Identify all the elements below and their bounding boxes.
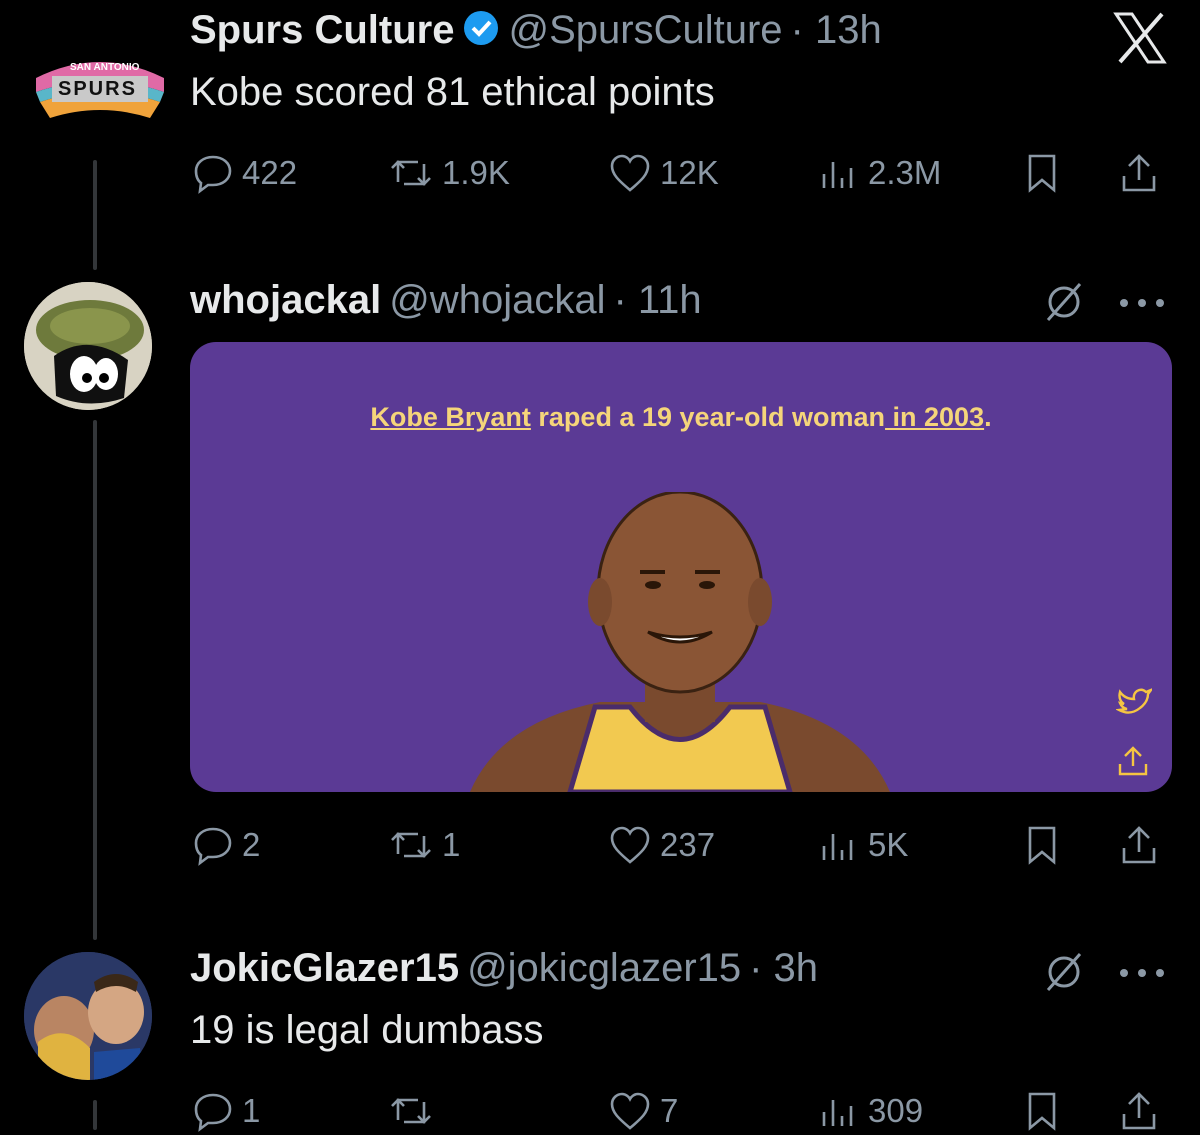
bookmark-icon: [1028, 1092, 1056, 1131]
logo-main-text: SPURS: [58, 78, 137, 100]
verified-badge-icon: [462, 9, 500, 52]
tweet-media[interactable]: Kobe Bryant raped a 19 year-old woman in…: [190, 342, 1172, 792]
thread-line: [93, 420, 97, 940]
tweet-header: JokicGlazer15 @jokicglazer15 · 3h: [190, 946, 818, 991]
handle[interactable]: @whojackal: [389, 278, 605, 323]
like-button[interactable]: 12K: [608, 152, 719, 194]
tweet-text: 19 is legal dumbass: [190, 1008, 544, 1052]
share-icon: [1122, 154, 1156, 192]
avatar[interactable]: [24, 282, 152, 410]
avatar[interactable]: [24, 952, 152, 1080]
reply-count: 2: [242, 826, 261, 863]
logo-top-text: SAN ANTONIO: [70, 62, 140, 73]
timestamp[interactable]: · 13h: [791, 8, 882, 53]
handle[interactable]: @SpursCulture: [508, 8, 782, 53]
views-count: 5K: [868, 826, 909, 863]
tweet-text: Kobe scored 81 ethical points: [190, 70, 715, 114]
tweet-header: Spurs Culture @SpursCulture · 13h: [190, 8, 882, 53]
like-button[interactable]: 7: [608, 1090, 678, 1132]
like-count: 7: [660, 1092, 679, 1129]
handle[interactable]: @jokicglazer15: [467, 946, 741, 991]
media-caption: Kobe Bryant raped a 19 year-old woman in…: [190, 402, 1172, 433]
views-icon: [822, 834, 853, 860]
share-button[interactable]: [1118, 824, 1160, 866]
like-icon: [610, 154, 650, 192]
views-icon: [822, 1100, 853, 1126]
retweet-count: 1: [442, 826, 461, 863]
bookmark-button[interactable]: [1024, 1090, 1060, 1132]
views-button[interactable]: 309: [818, 1090, 923, 1132]
retweet-icon: [391, 1098, 431, 1124]
reply-button[interactable]: 1: [192, 1090, 260, 1132]
like-count: 12K: [660, 154, 719, 191]
bookmark-icon: [1028, 154, 1056, 193]
reply-icon: [194, 1093, 232, 1132]
spurs-logo-avatar[interactable]: SAN ANTONIO SPURS: [30, 40, 170, 130]
views-count: 2.3M: [868, 154, 942, 191]
share-icon: [1122, 826, 1156, 864]
timestamp[interactable]: · 11h: [613, 278, 701, 323]
reply-button[interactable]: 422: [192, 152, 297, 194]
thread-line: [93, 160, 97, 270]
like-icon: [610, 1092, 650, 1130]
display-name[interactable]: JokicGlazer15: [190, 946, 459, 991]
views-button[interactable]: 5K: [818, 824, 908, 866]
reply-count: 1: [242, 1092, 261, 1129]
bookmark-button[interactable]: [1024, 152, 1060, 194]
retweet-button[interactable]: 1: [388, 824, 460, 866]
share-icon: [1122, 1092, 1156, 1130]
like-icon: [610, 826, 650, 864]
like-button[interactable]: 237: [608, 824, 715, 866]
reply-button[interactable]: 2: [192, 824, 260, 866]
views-count: 309: [868, 1092, 924, 1129]
caption-link-1[interactable]: Kobe Bryant: [370, 402, 531, 432]
like-count: 237: [660, 826, 716, 863]
bookmark-button[interactable]: [1024, 824, 1060, 866]
reply-icon: [194, 155, 232, 194]
cartoon-illustration: [470, 492, 890, 792]
caption-link-2[interactable]: in 2003: [885, 402, 985, 432]
bookmark-icon: [1028, 826, 1056, 865]
reply-count: 422: [242, 154, 298, 191]
share-button[interactable]: [1118, 1090, 1160, 1132]
share-button[interactable]: [1118, 152, 1160, 194]
display-name[interactable]: whojackal: [190, 278, 381, 323]
retweet-button[interactable]: [388, 1090, 442, 1132]
reply-icon: [194, 827, 232, 866]
more-icon[interactable]: [1118, 966, 1166, 984]
views-button[interactable]: 2.3M: [818, 152, 941, 194]
timestamp[interactable]: · 3h: [749, 946, 818, 991]
thread-line: [93, 1100, 97, 1130]
twitter-bird-icon: [1115, 687, 1155, 723]
grok-icon[interactable]: [1042, 280, 1086, 329]
x-logo-icon: [1112, 12, 1168, 64]
retweet-icon: [391, 160, 431, 186]
grok-icon[interactable]: [1042, 950, 1086, 999]
more-icon[interactable]: [1118, 296, 1166, 314]
retweet-button[interactable]: 1.9K: [388, 152, 510, 194]
tweet-header: whojackal @whojackal · 11h: [190, 278, 702, 323]
views-icon: [822, 162, 853, 188]
media-share-icon[interactable]: [1116, 744, 1150, 783]
retweet-icon: [391, 832, 431, 858]
caption-text: raped a 19 year-old woman: [530, 402, 886, 432]
retweet-count: 1.9K: [442, 154, 510, 191]
display-name[interactable]: Spurs Culture: [190, 8, 454, 53]
caption-end: .: [984, 402, 992, 432]
